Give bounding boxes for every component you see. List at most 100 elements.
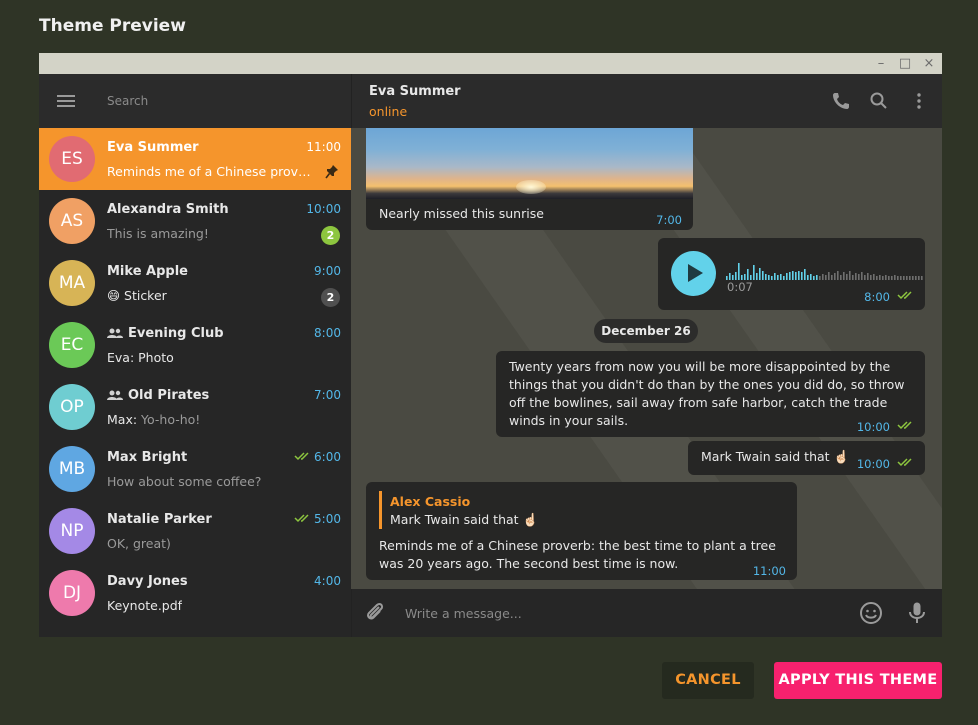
message-time: 10:00 <box>856 420 890 434</box>
chat-time: 4:00 <box>314 574 341 588</box>
play-icon <box>688 264 703 282</box>
outgoing-message[interactable]: Twenty years from now you will be more d… <box>496 351 925 437</box>
chat-item-natalie-parker[interactable]: NP Natalie Parker 5:00 OK, great) <box>39 500 351 562</box>
chat-header: Eva Summer online <box>351 74 942 128</box>
photo-caption: Nearly missed this sunrise <box>379 206 544 221</box>
window-titlebar: – □ × <box>39 53 942 74</box>
play-button[interactable] <box>671 251 716 296</box>
microphone-icon[interactable] <box>905 601 929 625</box>
double-check-icon <box>294 452 309 461</box>
reply-author[interactable]: Alex Cassio <box>390 493 470 511</box>
chat-time-wrap: 5:00 <box>294 512 341 526</box>
preview-window: – □ × Search ES Eva Summer 11:00 Reminds… <box>39 53 942 637</box>
chat-status: online <box>369 104 408 119</box>
chat-time-text: 6:00 <box>314 450 341 464</box>
maximize-icon[interactable]: □ <box>896 55 914 72</box>
chat-item-davy-jones[interactable]: DJ Davy Jones 4:00 Keynote.pdf <box>39 562 351 624</box>
message-time: 10:00 <box>856 457 890 471</box>
message-time: 7:00 <box>656 213 682 227</box>
chat-item-old-pirates[interactable]: OP Old Pirates 7:00 Max: Yo-ho-ho! <box>39 376 351 438</box>
double-check-icon <box>897 291 912 300</box>
preview-text: Yo-ho-ho! <box>141 412 201 427</box>
chat-panel: Eva Summer online Nearly missed this sun… <box>351 74 942 637</box>
phone-icon[interactable] <box>831 91 851 111</box>
chat-title[interactable]: Eva Summer <box>369 84 461 99</box>
group-icon <box>107 390 123 400</box>
hamburger-menu-icon[interactable] <box>57 95 75 107</box>
chat-preview: Keynote.pdf <box>107 598 183 613</box>
chat-preview: How about some coffee? <box>107 474 262 489</box>
cancel-button[interactable]: CANCEL <box>662 662 754 699</box>
date-separator: December 26 <box>594 319 698 343</box>
chat-sidebar: Search ES Eva Summer 11:00 Reminds me of… <box>39 74 351 637</box>
dialog-title: Theme Preview <box>39 16 186 36</box>
avatar: EC <box>49 322 95 368</box>
avatar: MB <box>49 446 95 492</box>
chat-preview: This is amazing! <box>107 226 209 241</box>
chat-name-group: Old Pirates <box>107 388 209 403</box>
chat-time-text: 5:00 <box>314 512 341 526</box>
minimize-icon[interactable]: – <box>872 55 890 72</box>
avatar: ES <box>49 136 95 182</box>
pin-icon <box>325 165 338 179</box>
message-text: Mark Twain said that ☝🏻 <box>701 449 850 464</box>
chat-preview: Max: Yo-ho-ho! <box>107 412 200 427</box>
reply-bar <box>379 491 382 529</box>
message-time: 8:00 <box>864 290 890 304</box>
avatar: MA <box>49 260 95 306</box>
chat-preview: Reminds me of a Chinese proverb... <box>107 164 317 179</box>
outgoing-message[interactable]: Mark Twain said that ☝🏻 10:00 <box>688 441 925 475</box>
chat-item-evening-club[interactable]: EC Evening Club 8:00 Eva: Photo <box>39 314 351 376</box>
sunrise-photo <box>366 128 693 199</box>
more-vertical-icon[interactable] <box>909 91 929 111</box>
message-composer: Write a message... <box>351 589 942 637</box>
chat-preview: Eva: Photo <box>107 350 174 365</box>
sidebar-header: Search <box>39 74 351 128</box>
chat-name-text: Evening Club <box>128 326 224 341</box>
unread-badge: 2 <box>321 288 340 307</box>
double-check-icon <box>897 458 912 467</box>
chat-name: Natalie Parker <box>107 512 212 527</box>
chat-name-group: Evening Club <box>107 326 224 341</box>
double-check-icon <box>897 421 912 430</box>
apply-theme-button[interactable]: APPLY THIS THEME <box>774 662 942 699</box>
chat-time: 9:00 <box>314 264 341 278</box>
chat-item-alexandra-smith[interactable]: AS Alexandra Smith 10:00 This is amazing… <box>39 190 351 252</box>
chat-name: Max Bright <box>107 450 188 465</box>
search-input[interactable]: Search <box>107 94 148 108</box>
message-text: Reminds me of a Chinese proverb: the bes… <box>379 538 776 571</box>
chat-name: Mike Apple <box>107 264 188 279</box>
chat-name-text: Old Pirates <box>128 388 210 403</box>
theme-preview-dialog: Theme Preview – □ × Search ES Eva Summer… <box>0 0 978 725</box>
avatar: DJ <box>49 570 95 616</box>
close-icon[interactable]: × <box>920 55 938 72</box>
chat-preview: 😄 Sticker <box>107 288 167 303</box>
message-area: Nearly missed this sunrise 7:00 0:07 8:0… <box>351 128 942 589</box>
chat-item-mike-apple[interactable]: MA Mike Apple 9:00 😄 Sticker 2 <box>39 252 351 314</box>
attach-icon[interactable] <box>363 601 387 625</box>
chat-item-eva-summer[interactable]: ES Eva Summer 11:00 Reminds me of a Chin… <box>39 128 351 190</box>
voice-duration: 0:07 <box>727 280 753 294</box>
incoming-reply-message[interactable]: Alex Cassio Mark Twain said that ☝🏻 Remi… <box>366 482 797 580</box>
photo-message[interactable]: Nearly missed this sunrise 7:00 <box>366 128 693 230</box>
chat-time: 11:00 <box>306 140 341 154</box>
chat-time-wrap: 6:00 <box>294 450 341 464</box>
search-icon[interactable] <box>869 91 889 111</box>
message-input[interactable]: Write a message... <box>405 606 522 621</box>
voice-message[interactable]: 0:07 8:00 <box>658 238 925 310</box>
emoji-icon[interactable] <box>859 601 883 625</box>
avatar: AS <box>49 198 95 244</box>
message-time: 11:00 <box>752 564 786 578</box>
reply-quoted-text[interactable]: Mark Twain said that ☝🏻 <box>390 511 538 529</box>
chat-time: 10:00 <box>306 202 341 216</box>
chat-list: ES Eva Summer 11:00 Reminds me of a Chin… <box>39 128 351 624</box>
chat-item-max-bright[interactable]: MB Max Bright 6:00 How about some coffee… <box>39 438 351 500</box>
preview-sender: Max: <box>107 412 138 427</box>
chat-name: Davy Jones <box>107 574 188 589</box>
waveform <box>726 263 923 280</box>
avatar: OP <box>49 384 95 430</box>
group-icon <box>107 328 123 338</box>
chat-name: Eva Summer <box>107 140 199 155</box>
message-text: Twenty years from now you will be more d… <box>509 359 905 428</box>
chat-preview: OK, great) <box>107 536 171 551</box>
